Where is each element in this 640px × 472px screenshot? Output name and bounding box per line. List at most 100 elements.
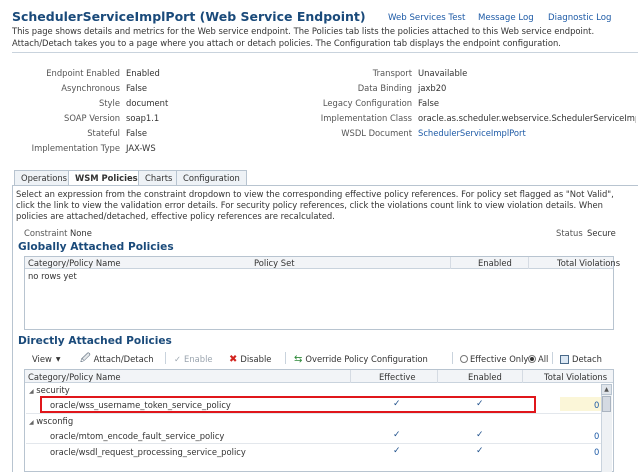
disable-label: Disable [240,354,272,364]
style-value: document [126,98,169,108]
row-divider [26,443,601,444]
table-row[interactable]: oracle/mtom_encode_fault_service_policy [50,431,224,441]
wsdl-document-label: WSDL Document [341,128,412,138]
implementation-class-label: Implementation Class [320,113,412,123]
violations-count-link[interactable]: 0 [594,447,599,457]
asynchronous-value: False [126,83,148,93]
override-policy-button[interactable]: ⇆ Override Policy Configuration [294,353,428,365]
detach-label: Detach [572,354,602,364]
message-log-link[interactable]: Message Log [478,13,534,23]
tab-description: Select an expression from the constraint… [16,189,614,221]
x-icon: ✖ [229,353,238,365]
direct-col-effective[interactable]: Effective [379,372,416,382]
violations-count-link[interactable]: 0 [594,431,599,441]
page-title: SchedulerServiceImplPort (Web Service En… [12,9,366,24]
direct-policies-title: Directly Attached Policies [18,335,172,347]
direct-col-enabled[interactable]: Enabled [468,372,502,382]
effective-only-radio[interactable]: Effective Only [460,353,528,365]
constraint-value[interactable]: None [70,228,92,238]
status-value: Secure [587,228,616,238]
group-wsconfig-label: wsconfig [36,416,74,426]
view-menu-label: View [32,354,52,364]
enabled-check-icon: ✓ [476,430,484,440]
group-security-label: security [36,385,70,395]
effective-only-label: Effective Only [470,354,529,364]
tab-charts[interactable]: Charts [138,170,180,185]
enabled-check-icon: ✓ [476,446,484,456]
global-policies-title: Globally Attached Policies [18,241,174,253]
direct-col-divider [522,370,523,383]
toolbar-separator [285,352,286,364]
detach-button[interactable]: Detach [560,353,602,365]
caret-down-icon: ▼ [55,355,61,363]
all-label: All [538,354,549,364]
override-label: Override Policy Configuration [305,354,428,364]
global-col-name[interactable]: Category/Policy Name [28,258,121,268]
attach-detach-button[interactable]: 🖉 Attach/Detach [80,353,154,365]
effective-check-icon: ✓ [393,430,401,440]
detach-icon [560,354,569,364]
violations-count-link[interactable]: 0 [594,400,599,410]
web-services-test-link[interactable]: Web Services Test [388,13,465,23]
global-col-enabled[interactable]: Enabled [478,258,512,268]
endpoint-enabled-label: Endpoint Enabled [46,68,120,78]
legacy-configuration-label: Legacy Configuration [322,98,412,108]
tab-wsm-policies[interactable]: WSM Policies [68,170,145,186]
implementation-type-value: JAX-WS [126,143,156,153]
enable-button[interactable]: ✓ Enable [174,353,213,365]
scroll-up-icon[interactable]: ▲ [601,384,612,395]
transport-label: Transport [372,68,412,78]
implementation-type-label: Implementation Type [31,143,120,153]
enable-label: Enable [184,354,213,364]
toolbar-separator [165,352,166,364]
view-menu[interactable]: View ▼ [32,353,61,365]
tab-configuration[interactable]: Configuration [176,170,247,185]
radio-icon [460,355,468,363]
global-col-policy-set[interactable]: Policy Set [254,258,295,268]
style-label: Style [98,98,120,108]
scroll-thumb[interactable] [602,396,611,412]
effective-check-icon: ✓ [393,446,401,456]
global-col-divider [450,257,451,269]
stateful-label: Stateful [87,128,120,138]
radio-selected-icon [528,355,536,363]
global-col-divider [528,257,529,269]
global-empty-text: no rows yet [28,271,77,281]
diagnostic-log-link[interactable]: Diagnostic Log [548,13,611,23]
table-row[interactable]: oracle/wsdl_request_processing_service_p… [50,447,246,457]
group-security[interactable]: ◢ security [29,385,70,395]
data-binding-label: Data Binding [357,83,412,93]
toolbar-separator [452,352,453,364]
page-description: This page shows details and metrics for … [12,26,595,48]
wsdl-document-link[interactable]: SchedulerServiceImplPort [418,128,526,138]
transport-value: Unavailable [418,68,468,78]
highlight-box [40,396,536,413]
soap-version-label: SOAP Version [64,113,120,123]
direct-col-divider [350,370,351,383]
direct-col-divider [437,370,438,383]
stateful-value: False [126,128,148,138]
row-divider [26,413,601,414]
global-col-violations[interactable]: Total Violations [557,258,620,268]
group-wsconfig[interactable]: ◢ wsconfig [29,416,73,426]
soap-version-value: soap1.1 [126,113,160,123]
attach-icon: 🖉 [80,352,91,364]
status-label: Status [556,228,583,238]
constraint-label: Constraint [24,228,68,238]
expand-triangle-icon: ◢ [29,419,34,426]
toolbar-separator [552,352,553,364]
data-binding-value: jaxb20 [418,83,447,93]
direct-col-violations[interactable]: Total Violations [544,372,607,382]
endpoint-enabled-value: Enabled [126,68,160,78]
asynchronous-label: Asynchronous [61,83,120,93]
tab-operations[interactable]: Operations [14,170,75,185]
direct-col-name[interactable]: Category/Policy Name [28,372,121,382]
override-icon: ⇆ [294,353,303,365]
expand-triangle-icon: ◢ [29,388,34,395]
all-radio[interactable]: All [528,353,548,365]
check-icon: ✓ [174,354,182,364]
header-divider [12,52,638,53]
implementation-class-value: oracle.as.scheduler.webservice.Scheduler… [418,113,636,123]
legacy-configuration-value: False [418,98,440,108]
disable-button[interactable]: ✖ Disable [229,353,271,365]
